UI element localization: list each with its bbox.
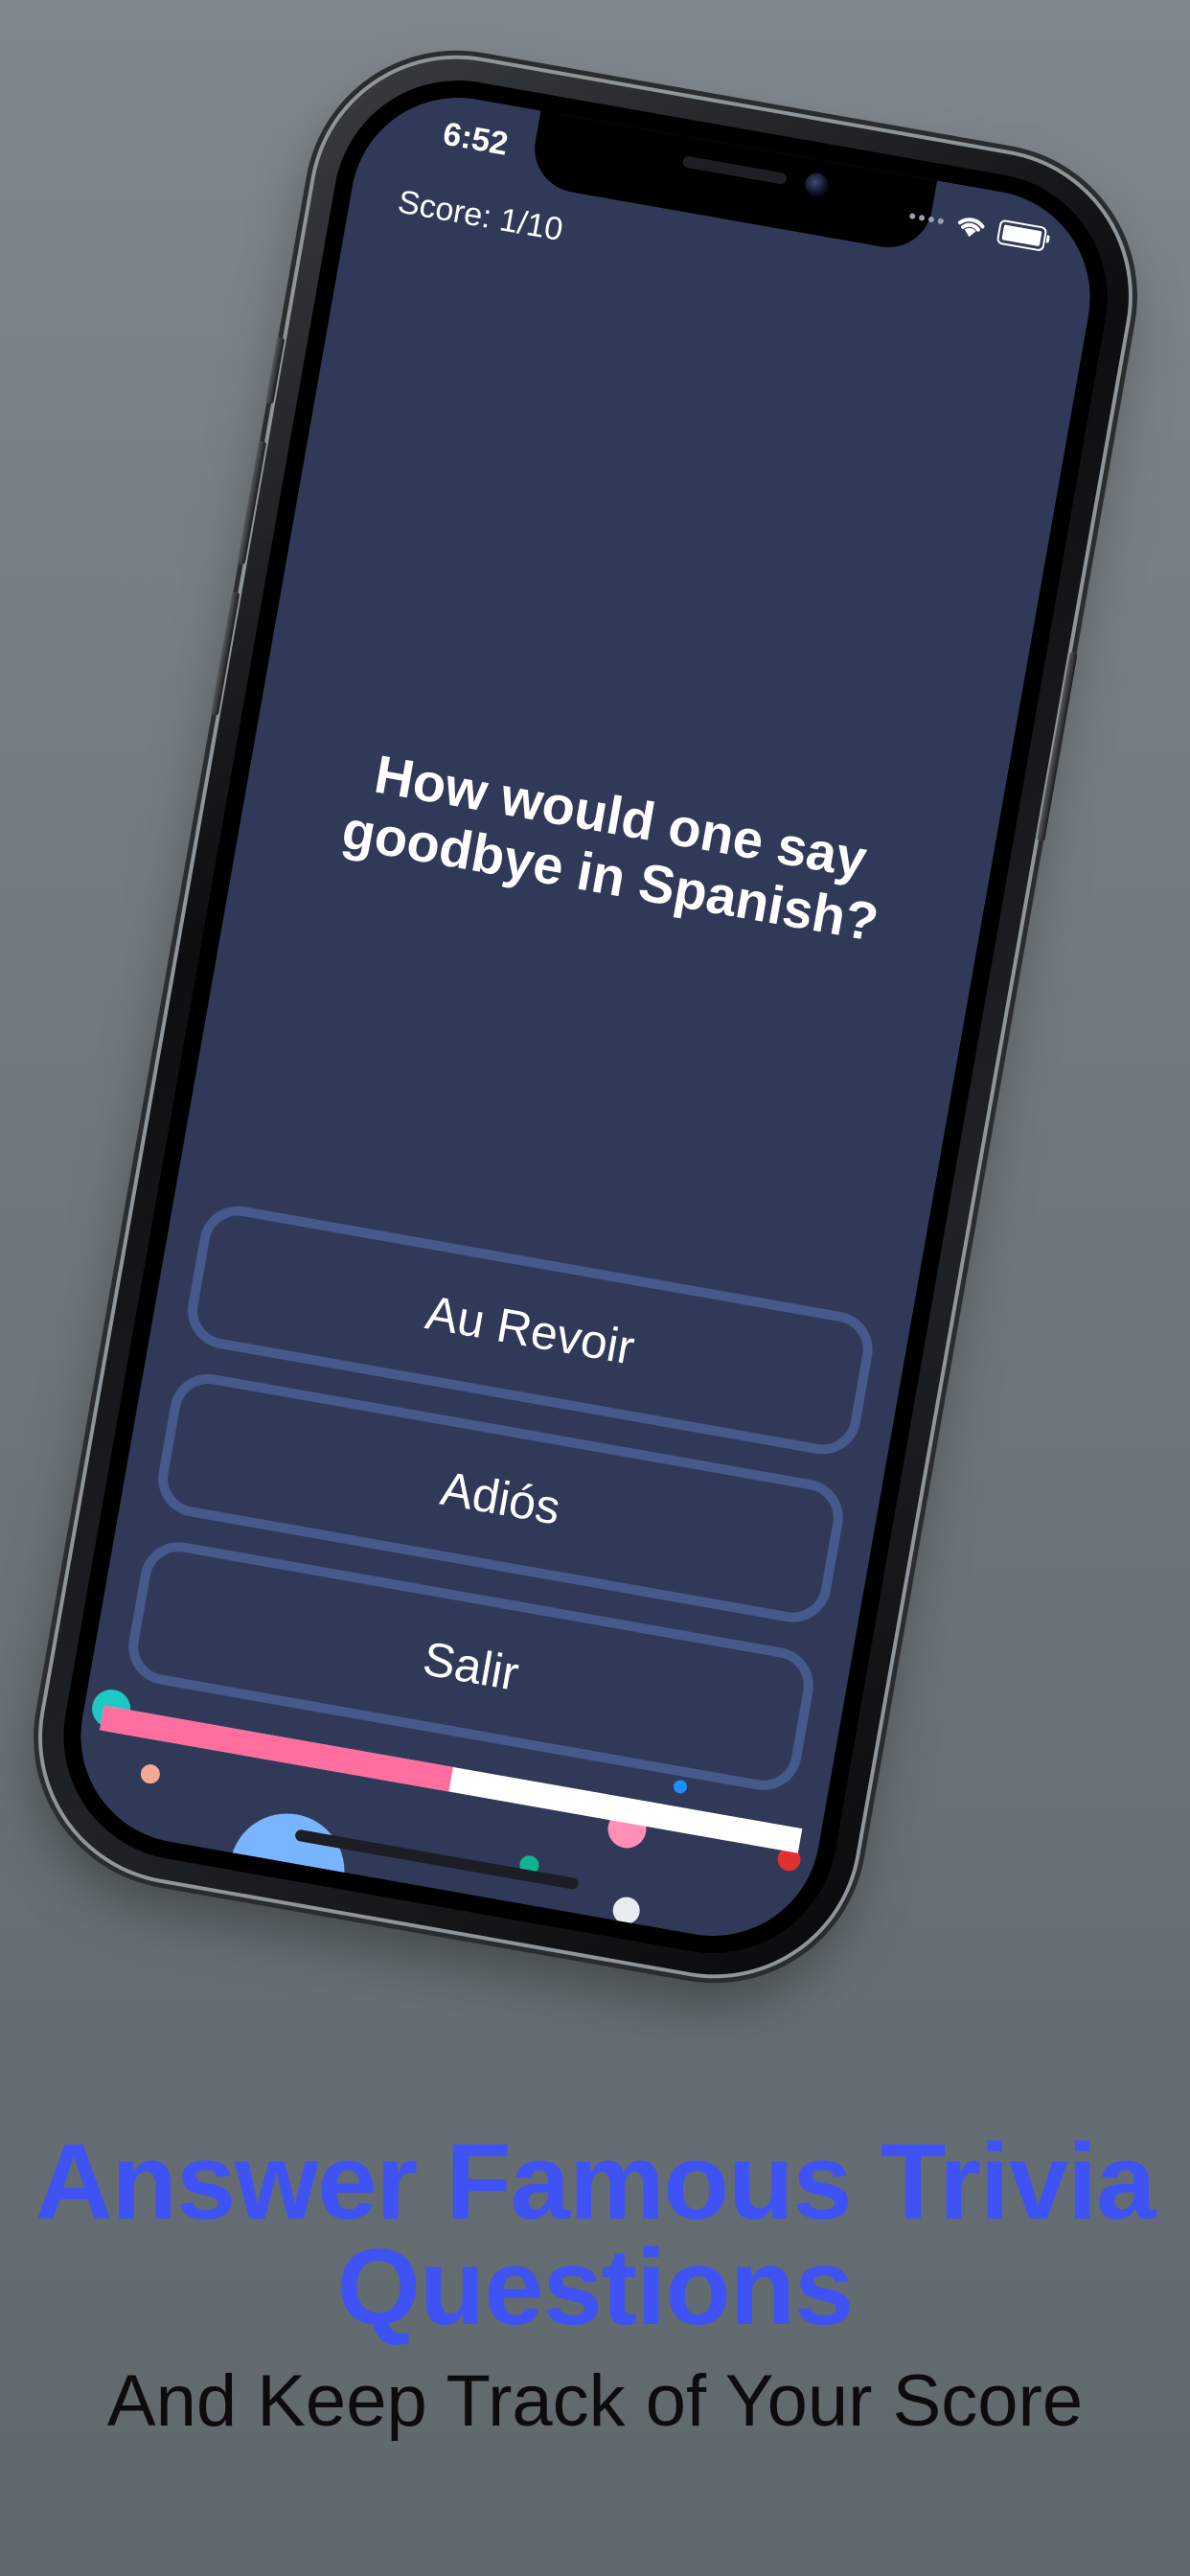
cellular-signal-icon [908, 213, 945, 225]
status-time: 6:52 [440, 115, 512, 163]
wifi-icon [957, 218, 985, 238]
battery-icon [995, 218, 1048, 252]
marketing-subheadline: And Keep Track of Your Score [106, 2360, 1084, 2442]
score-label: Score: 1/10 [395, 183, 566, 249]
status-icons [907, 203, 1048, 252]
answer-list: Au Revoir Adiós Salir [122, 1200, 879, 1797]
confetti-dot [672, 1779, 689, 1795]
marketing-headline: Answer Famous Trivia Questions [34, 2122, 1156, 2347]
question-text: How would one say goodbye in Spanish? [337, 743, 883, 953]
camera-icon [803, 171, 831, 198]
confetti-dot [139, 1762, 162, 1785]
app-screen: 6:52 Score: 1/10 How would one say goodb… [63, 80, 1108, 1953]
speaker-grille [681, 155, 788, 186]
phone-mockup: 6:52 Score: 1/10 How would one say goodb… [19, 35, 1152, 1998]
